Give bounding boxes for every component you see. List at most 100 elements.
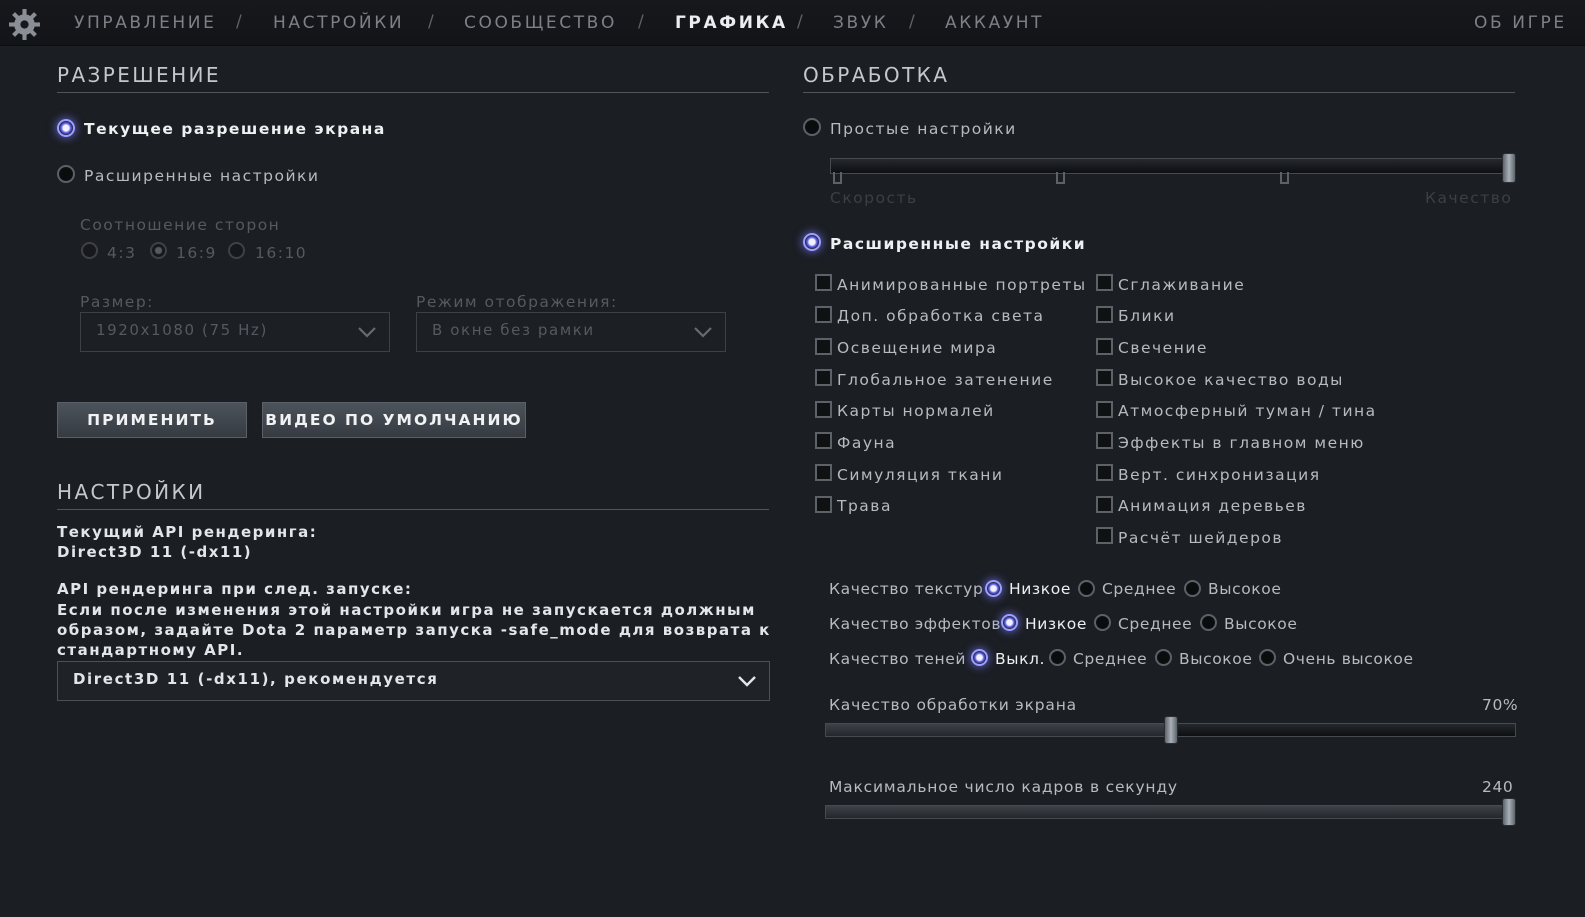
shadow-high-label: Высокое [1179, 650, 1253, 668]
tab-about[interactable]: ОБ ИГРЕ [1474, 13, 1567, 33]
max-fps-value: 240 [1482, 778, 1514, 796]
max-fps-slider-thumb[interactable] [1502, 798, 1516, 826]
ambient-occlusion-checkbox[interactable] [815, 369, 832, 386]
shadow-high-radio[interactable] [1155, 649, 1172, 666]
cloth-simulation-checkbox[interactable] [815, 464, 832, 481]
high-quality-water-checkbox[interactable] [1096, 369, 1113, 386]
tab-sound[interactable]: ЗВУК [833, 13, 888, 33]
main-menu-effects-checkbox[interactable] [1096, 432, 1113, 449]
screen-quality-label: Качество обработки экрана [829, 696, 1077, 714]
render-api-dropdown[interactable]: Direct3D 11 (-dx11), рекомендуется [57, 661, 770, 701]
effects-low-label: Низкое [1025, 615, 1087, 633]
aspect-4-3-label: 4:3 [107, 244, 137, 262]
specular-checkbox[interactable] [1096, 306, 1113, 323]
shader-compute-checkbox[interactable] [1096, 527, 1113, 544]
tab-graphics[interactable]: ГРАФИКА [675, 13, 788, 33]
quality-label: Качество [1425, 189, 1513, 207]
screen-quality-fill [826, 724, 1172, 736]
tree-animation-checkbox[interactable] [1096, 496, 1113, 513]
aspect-16-10-label: 16:10 [255, 244, 308, 262]
tab-settings[interactable]: НАСТРОЙКИ [273, 13, 404, 33]
effects-medium-label: Среднее [1118, 615, 1193, 633]
fauna-label: Фауна [837, 434, 897, 452]
display-mode-dropdown[interactable]: В окне без рамки [416, 312, 726, 352]
section-divider [803, 92, 1515, 93]
resolution-section-title: РАЗРЕШЕНИЕ [57, 63, 221, 87]
anti-aliasing-checkbox[interactable] [1096, 274, 1113, 291]
shadow-medium-label: Среднее [1073, 650, 1148, 668]
bloom-label: Свечение [1118, 339, 1208, 357]
shadow-off-label: Выкл. [995, 650, 1046, 668]
default-video-button[interactable]: ВИДЕО ПО УМОЛЧАНИЮ [262, 402, 526, 438]
nav-separator: / [638, 12, 644, 32]
current-resolution-label: Текущее разрешение экрана [84, 120, 386, 138]
ambient-occlusion-label: Глобальное затенение [837, 371, 1054, 389]
nav-separator: / [236, 12, 242, 32]
extra-lighting-checkbox[interactable] [815, 306, 832, 323]
texture-high-label: Высокое [1208, 580, 1282, 598]
texture-medium-radio[interactable] [1078, 580, 1095, 597]
effects-quality-label: Качество эффектов [829, 615, 1002, 633]
apply-button[interactable]: ПРИМЕНИТЬ [57, 402, 247, 438]
simple-quality-slider[interactable] [830, 158, 1515, 174]
chevron-down-icon [694, 327, 712, 338]
vsync-label: Верт. синхронизация [1118, 466, 1321, 484]
slider-tick [1280, 172, 1289, 184]
simple-settings-radio[interactable] [803, 118, 821, 136]
shadow-medium-radio[interactable] [1049, 649, 1066, 666]
tab-community[interactable]: СООБЩЕСТВО [464, 13, 617, 33]
texture-high-radio[interactable] [1184, 580, 1201, 597]
gear-icon[interactable] [8, 8, 41, 41]
top-nav-bar: УПРАВЛЕНИЕ / НАСТРОЙКИ / СООБЩЕСТВО / ГР… [0, 0, 1585, 46]
world-lighting-checkbox[interactable] [815, 338, 832, 355]
atmospheric-fog-checkbox[interactable] [1096, 401, 1113, 418]
grass-checkbox[interactable] [815, 496, 832, 513]
size-label: Размер: [80, 293, 154, 311]
texture-medium-label: Среднее [1102, 580, 1177, 598]
effects-high-radio[interactable] [1200, 614, 1217, 631]
settings-section-title: НАСТРОЙКИ [57, 480, 206, 504]
shadow-off-radio[interactable] [971, 649, 988, 666]
tab-account[interactable]: АККАУНТ [945, 13, 1044, 33]
animated-portraits-checkbox[interactable] [815, 274, 832, 291]
simple-quality-slider-thumb[interactable] [1502, 153, 1516, 183]
next-api-label: API рендеринга при след. запуске: [57, 580, 413, 598]
animated-portraits-label: Анимированные портреты [837, 276, 1087, 294]
size-dropdown[interactable]: 1920x1080 (75 Hz) [80, 312, 390, 352]
extra-lighting-label: Доп. обработка света [837, 307, 1045, 325]
screen-quality-value: 70% [1482, 696, 1519, 714]
advanced-resolution-radio[interactable] [57, 165, 75, 183]
effects-medium-radio[interactable] [1094, 614, 1111, 631]
render-api-dropdown-value: Direct3D 11 (-dx11), рекомендуется [73, 670, 439, 688]
texture-low-label: Низкое [1009, 580, 1071, 598]
advanced-processing-radio[interactable] [803, 233, 821, 251]
simple-settings-label: Простые настройки [830, 120, 1017, 138]
display-mode-label: Режим отображения: [416, 293, 618, 311]
tab-controls[interactable]: УПРАВЛЕНИЕ [74, 13, 216, 33]
aspect-16-9-radio[interactable] [150, 242, 167, 259]
max-fps-label: Максимальное число кадров в секунду [829, 778, 1178, 796]
current-resolution-radio[interactable] [57, 119, 75, 137]
bloom-checkbox[interactable] [1096, 338, 1113, 355]
current-api-value: Direct3D 11 (-dx11) [57, 543, 253, 561]
vsync-checkbox[interactable] [1096, 464, 1113, 481]
api-note-line-3: стандартному API. [57, 641, 245, 659]
shadow-very-high-radio[interactable] [1259, 649, 1276, 666]
aspect-4-3-radio[interactable] [81, 242, 98, 259]
nav-separator: / [909, 12, 915, 32]
section-divider [57, 509, 769, 510]
processing-section-title: ОБРАБОТКА [803, 63, 950, 87]
fauna-checkbox[interactable] [815, 432, 832, 449]
screen-quality-slider-thumb[interactable] [1163, 716, 1178, 744]
texture-low-radio[interactable] [985, 580, 1002, 597]
section-divider [57, 92, 769, 93]
normal-maps-checkbox[interactable] [815, 401, 832, 418]
shadow-quality-label: Качество теней [829, 650, 967, 668]
aspect-16-10-radio[interactable] [228, 242, 245, 259]
effects-low-radio[interactable] [1001, 614, 1018, 631]
size-dropdown-value: 1920x1080 (75 Hz) [96, 321, 268, 339]
effects-high-label: Высокое [1224, 615, 1298, 633]
aspect-ratio-label: Соотношение сторон [80, 216, 281, 234]
max-fps-slider[interactable] [825, 805, 1516, 819]
specular-label: Блики [1118, 307, 1176, 325]
